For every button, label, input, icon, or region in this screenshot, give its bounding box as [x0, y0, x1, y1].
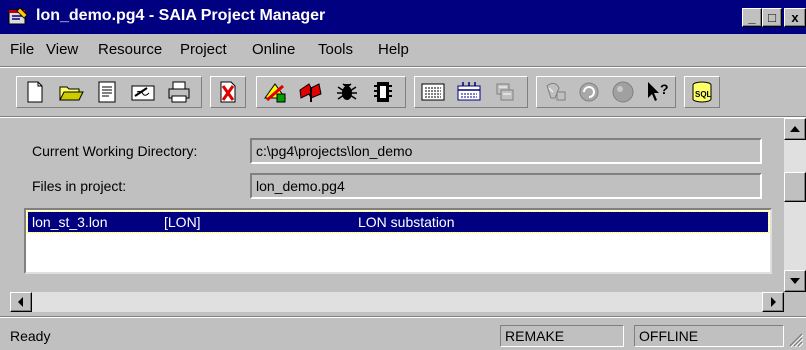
- arrow-left-icon: [18, 297, 23, 307]
- network-icon[interactable]: [455, 78, 483, 106]
- build-icon[interactable]: [261, 78, 289, 106]
- toolbar-group-devices: [414, 76, 528, 108]
- open-folder-icon[interactable]: [57, 78, 85, 106]
- file-description: LON substation: [358, 214, 455, 230]
- maximize-icon: □: [768, 10, 776, 25]
- toolbar-group-delete: [210, 76, 246, 108]
- main-window: lon_demo.pg4 - SAIA Project Manager _ □ …: [0, 0, 806, 350]
- status-mode: OFFLINE: [634, 325, 784, 347]
- toolbar-group-file: [16, 76, 202, 108]
- scrollbar-corner: [784, 292, 806, 312]
- menu-tools[interactable]: Tools: [318, 41, 353, 58]
- svg-text:?: ?: [660, 81, 669, 97]
- app-icon[interactable]: [8, 7, 28, 27]
- database-icon[interactable]: SQL: [688, 78, 716, 106]
- files-label: Files in project:: [32, 178, 127, 194]
- title-bar[interactable]: lon_demo.pg4 - SAIA Project Manager _ □ …: [0, 0, 806, 34]
- status-text: Ready: [10, 328, 51, 344]
- help-pointer-icon[interactable]: ?: [643, 78, 671, 106]
- file-name: lon_st_3.lon: [32, 214, 108, 230]
- scroll-up-button[interactable]: [784, 118, 806, 140]
- arrow-down-icon: [790, 278, 800, 284]
- resize-grip-icon[interactable]: [788, 332, 804, 348]
- cwd-field[interactable]: c:\pg4\projects\lon_demo: [250, 138, 762, 164]
- toolbar-group-build: [256, 76, 406, 108]
- status-bar: Ready REMAKE OFFLINE: [0, 320, 806, 350]
- toolbar-group-online: ?: [536, 76, 676, 108]
- toolbar-separator: [0, 116, 806, 118]
- status-remake: REMAKE: [500, 325, 624, 347]
- files-field[interactable]: lon_demo.pg4: [250, 173, 762, 199]
- flag-icon[interactable]: [297, 78, 325, 106]
- menu-resource[interactable]: Resource: [98, 41, 162, 58]
- window-title: lon_demo.pg4 - SAIA Project Manager: [36, 7, 326, 24]
- menu-online[interactable]: Online: [252, 41, 295, 58]
- properties-icon[interactable]: [93, 78, 121, 106]
- menu-bar: File View Resource Project Online Tools …: [0, 38, 806, 62]
- scroll-right-button[interactable]: [762, 292, 784, 312]
- toolbar-group-sql: SQL: [684, 76, 720, 108]
- menu-view[interactable]: View: [46, 41, 78, 58]
- menu-help[interactable]: Help: [378, 41, 409, 58]
- new-file-icon[interactable]: [21, 78, 49, 106]
- maximize-button[interactable]: □: [762, 8, 782, 27]
- file-list[interactable]: lon_st_3.lon [LON] LON substation: [24, 208, 772, 274]
- scroll-left-button[interactable]: [10, 292, 32, 312]
- close-button[interactable]: x: [784, 8, 806, 27]
- cwd-label: Current Working Directory:: [32, 143, 198, 159]
- delete-file-icon[interactable]: [214, 78, 242, 106]
- horizontal-scrollbar[interactable]: [10, 292, 784, 312]
- svg-text:SQL: SQL: [695, 90, 712, 99]
- arrow-right-icon: [771, 297, 776, 307]
- scroll-down-button[interactable]: [784, 270, 806, 292]
- file-type: [LON]: [164, 214, 201, 230]
- vertical-scrollbar[interactable]: [784, 118, 806, 294]
- toolbar: ? SQL: [0, 70, 806, 114]
- cpu-icon[interactable]: [369, 78, 397, 106]
- edit-icon[interactable]: [129, 78, 157, 106]
- menu-separator: [0, 66, 806, 68]
- lamp-disabled-icon[interactable]: [541, 78, 569, 106]
- vertical-scroll-thumb[interactable]: [784, 172, 806, 202]
- close-icon: x: [791, 10, 799, 25]
- stop-disabled-icon[interactable]: [609, 78, 637, 106]
- status-separator: [0, 316, 806, 318]
- minimize-icon: _: [748, 10, 756, 25]
- minimize-button[interactable]: _: [742, 8, 762, 27]
- menu-project[interactable]: Project: [180, 41, 227, 58]
- list-item[interactable]: lon_st_3.lon [LON] LON substation: [27, 211, 769, 233]
- arrow-up-icon: [790, 126, 800, 132]
- refresh-disabled-icon[interactable]: [575, 78, 603, 106]
- keyboard-icon[interactable]: [419, 78, 447, 106]
- bug-icon[interactable]: [333, 78, 361, 106]
- copy-disabled-icon[interactable]: [491, 78, 519, 106]
- print-icon[interactable]: [165, 78, 193, 106]
- menu-file[interactable]: File: [10, 41, 34, 58]
